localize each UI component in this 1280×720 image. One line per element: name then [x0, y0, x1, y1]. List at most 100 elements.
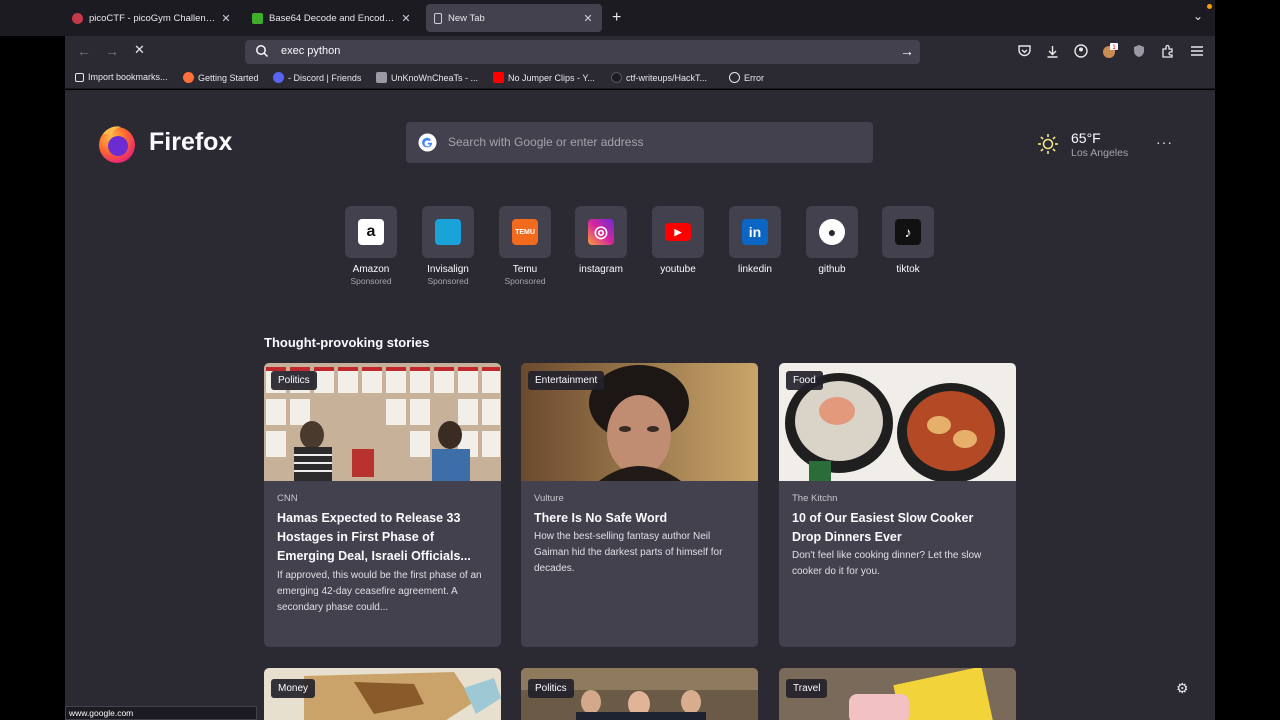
top-site-instagram[interactable]: ◎ instagram — [563, 206, 639, 275]
bookmark-label: Import bookmarks... — [88, 72, 168, 82]
new-tab-button[interactable]: + — [612, 9, 621, 27]
bookmark-label: UnKnoWnCheaTs - ... — [391, 72, 479, 83]
story-description: If approved, this would be the first pha… — [277, 570, 482, 613]
bookmark-discord[interactable]: - Discord | Friends — [273, 72, 361, 83]
base64-favicon-icon — [252, 12, 263, 24]
sponsored-label: Sponsored — [427, 276, 469, 286]
story-source: The Kitchn — [792, 493, 838, 504]
tab-label: picoCTF - picoGym Challenges — [89, 12, 216, 24]
search-box[interactable]: Search with Google or enter address — [406, 122, 873, 163]
stop-loading-button[interactable]: ✕ — [134, 42, 145, 58]
story-category: Food — [786, 371, 823, 390]
page-favicon-icon — [434, 12, 442, 24]
top-site-label: Amazon — [352, 264, 390, 275]
new-tab-page: Firefox Search with Google or enter addr… — [65, 90, 1215, 720]
story-category: Money — [271, 679, 316, 698]
bookmark-label: No Jumper Clips - Y... — [508, 72, 595, 83]
search-placeholder: Search with Google or enter address — [448, 135, 644, 149]
tab-base64[interactable]: Base64 Decode and Encode - O ✕ — [244, 4, 420, 32]
top-site-github[interactable]: ● github — [794, 206, 870, 275]
top-site-label: tiktok — [896, 264, 920, 275]
bookmark-label: - Discord | Friends — [288, 72, 362, 83]
firefox-wordmark: Firefox — [149, 128, 233, 156]
firefox-logo-icon — [99, 126, 135, 163]
story-card[interactable]: Money — [264, 668, 501, 720]
bookmark-ctf-writeups[interactable]: ctf-writeups/HackT... — [611, 72, 707, 83]
tab-new-tab[interactable]: New Tab ✕ — [426, 4, 602, 32]
address-input[interactable]: exec python — [281, 45, 340, 57]
google-icon — [418, 133, 437, 152]
extensions-icon[interactable] — [1160, 43, 1176, 59]
instagram-icon: ◎ — [588, 219, 614, 245]
tab-strip: picoCTF - picoGym Challenges ✕ Base64 De… — [0, 0, 1215, 36]
status-bar-url: www.google.com — [65, 706, 257, 720]
bookmarks-toolbar: Import bookmarks... Getting Started - Di… — [65, 67, 1215, 89]
bookmark-no-jumper[interactable]: No Jumper Clips - Y... — [493, 72, 595, 83]
story-source: CNN — [277, 493, 298, 504]
forward-button[interactable]: → — [105, 43, 119, 59]
invisalign-icon — [435, 219, 461, 245]
bookmark-label: Getting Started — [198, 72, 259, 83]
search-icon — [256, 45, 269, 58]
tiktok-icon: ♪ — [895, 219, 921, 245]
story-category: Politics — [271, 371, 317, 390]
temu-icon: TEMU — [512, 219, 538, 245]
story-category: Politics — [528, 679, 574, 698]
bookmark-unknowncheats[interactable]: UnKnoWnCheaTs - ... — [376, 72, 478, 83]
top-site-temu[interactable]: TEMU Temu Sponsored — [487, 206, 563, 286]
browser-window: picoCTF - picoGym Challenges ✕ Base64 De… — [0, 0, 1280, 720]
github-favicon-icon — [611, 72, 622, 83]
story-card[interactable]: Politics — [521, 668, 758, 720]
back-button[interactable]: ← — [77, 43, 91, 59]
close-tab-icon[interactable]: ✕ — [400, 12, 412, 25]
sponsored-label: Sponsored — [504, 276, 546, 286]
list-all-tabs-button[interactable]: ⌄ — [1193, 9, 1203, 23]
go-arrow-icon[interactable]: → — [900, 43, 914, 59]
navigation-toolbar: ← → ✕ exec python → 1 — [65, 36, 1215, 67]
weather-temperature[interactable]: 65°F — [1071, 130, 1101, 146]
story-category: Entertainment — [528, 371, 605, 390]
top-site-invisalign[interactable]: Invisalign Sponsored — [410, 206, 486, 286]
top-site-label: instagram — [579, 264, 623, 275]
menu-icon[interactable] — [1189, 43, 1205, 59]
story-title: Hamas Expected to Release 33 Hostages in… — [277, 511, 471, 563]
pocket-icon[interactable] — [1016, 43, 1032, 59]
account-icon[interactable] — [1073, 43, 1089, 59]
sun-icon — [1038, 134, 1058, 154]
youtube-icon: ▶ — [665, 223, 691, 241]
weather-menu-button[interactable]: ··· — [1156, 134, 1173, 150]
top-site-linkedin[interactable]: in linkedin — [717, 206, 793, 275]
story-card[interactable]: Food The Kitchn 10 of Our Easiest Slow C… — [779, 363, 1016, 647]
amazon-icon: a — [358, 219, 384, 245]
top-site-amazon[interactable]: a Amazon Sponsored — [333, 206, 409, 286]
top-site-label: github — [818, 264, 846, 275]
close-tab-icon[interactable]: ✕ — [582, 12, 594, 25]
extension-badge-icon[interactable]: 1 — [1102, 43, 1118, 59]
top-site-label: Invisalign — [427, 264, 469, 275]
story-description: Don't feel like cooking dinner? Let the … — [792, 550, 982, 577]
bookmark-import[interactable]: Import bookmarks... — [75, 72, 168, 82]
tab-label: New Tab — [448, 12, 485, 24]
customize-settings-button[interactable]: ⚙ — [1176, 680, 1189, 697]
address-bar[interactable]: exec python → — [245, 40, 920, 64]
story-title: 10 of Our Easiest Slow Cooker Drop Dinne… — [792, 511, 974, 544]
tab-label: Base64 Decode and Encode - O — [269, 12, 396, 24]
tab-picoctf[interactable]: picoCTF - picoGym Challenges ✕ — [64, 4, 240, 32]
top-site-youtube[interactable]: ▶ youtube — [640, 206, 716, 275]
bookmark-error[interactable]: Error — [729, 72, 764, 83]
weather-city[interactable]: Los Angeles — [1071, 147, 1128, 159]
notification-dot-icon — [1207, 4, 1212, 9]
top-site-tiktok[interactable]: ♪ tiktok — [870, 206, 946, 275]
linkedin-icon: in — [742, 219, 768, 245]
bookmark-getting-started[interactable]: Getting Started — [183, 72, 259, 83]
story-title: There Is No Safe Word — [534, 511, 668, 525]
close-tab-icon[interactable]: ✕ — [220, 12, 232, 25]
shield-extension-icon[interactable] — [1131, 43, 1147, 59]
story-source: Vulture — [534, 493, 564, 504]
bookmark-label: Error — [744, 72, 764, 83]
story-card[interactable]: Entertainment Vulture There Is No Safe W… — [521, 363, 758, 647]
story-card[interactable]: Politics CNN Hamas Expected to Release 3… — [264, 363, 501, 647]
globe-icon — [729, 72, 740, 83]
story-card[interactable]: Travel — [779, 668, 1016, 720]
download-icon[interactable] — [1044, 43, 1060, 59]
